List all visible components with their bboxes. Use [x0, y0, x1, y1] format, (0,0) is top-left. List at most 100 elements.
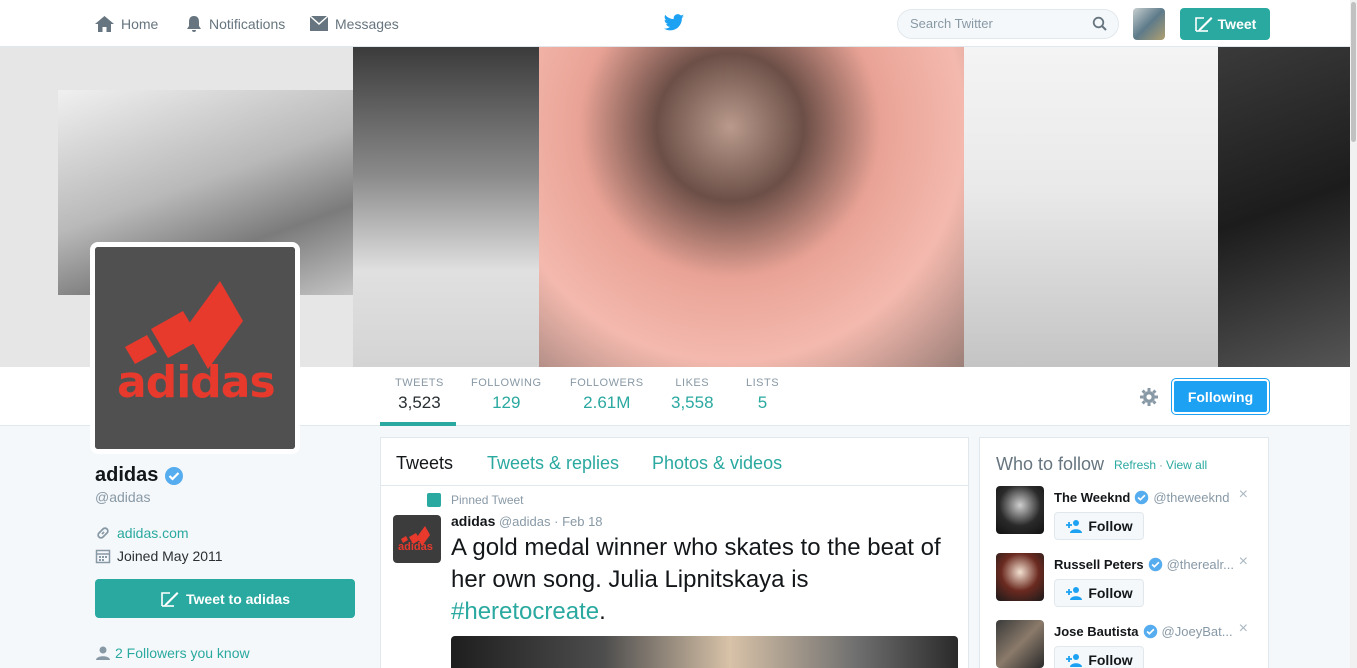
tweet-author-avatar[interactable]: adidas — [393, 515, 441, 563]
profile-avatar[interactable]: adidas — [90, 242, 300, 454]
suggestion-handle: @JoeyBat... — [1161, 624, 1233, 639]
tweet-date[interactable]: · Feb 18 — [554, 514, 602, 529]
tweet-text: A gold medal winner who skates to the be… — [451, 532, 951, 628]
add-user-icon — [1066, 587, 1083, 600]
tweet-header: adidas @adidas · Feb 18 — [451, 513, 603, 529]
nav-notifications-label: Notifications — [209, 15, 286, 32]
stat-value: 3,558 — [671, 393, 714, 412]
pinned-tweet-label: Pinned Tweet — [427, 493, 524, 507]
nav-home[interactable]: Home — [94, 0, 158, 47]
page-scrollbar[interactable] — [1350, 0, 1357, 668]
profile-handle: @adidas — [95, 489, 151, 505]
person-icon — [96, 646, 110, 660]
stat-value: 129 — [492, 393, 521, 412]
view-all-link[interactable]: View all — [1166, 458, 1207, 472]
tweet-text-end: . — [599, 598, 606, 625]
compose-tweet-label: Tweet — [1217, 16, 1257, 32]
stat-lists[interactable]: LISTS 5 — [746, 377, 779, 413]
banner-photo-5 — [1218, 47, 1350, 367]
adidas-logo-icon — [95, 247, 295, 449]
link-separator: · — [1159, 458, 1164, 472]
link-icon — [97, 527, 109, 539]
stat-label: FOLLOWERS — [570, 377, 644, 389]
search-input[interactable]: Search Twitter — [897, 9, 1119, 39]
timeline-tabs: Tweets Tweets & replies Photos & videos — [381, 438, 968, 486]
following-button[interactable]: Following — [1172, 379, 1269, 414]
stat-followers[interactable]: FOLLOWERS 2.61M — [570, 377, 644, 413]
suggestion-item: Jose Bautista @JoeyBat... × Follow — [996, 620, 1258, 668]
suggestion-name: The Weeknd — [1054, 490, 1131, 505]
tab-tweets[interactable]: Tweets — [396, 453, 453, 474]
suggestion-handle: @therealr... — [1166, 557, 1235, 572]
suggestion-item: The Weeknd @theweeknd × Follow — [996, 486, 1258, 546]
home-icon — [95, 15, 114, 32]
tab-tweets-and-replies[interactable]: Tweets & replies — [487, 453, 619, 474]
followers-you-know-link[interactable]: 2 Followers you know — [95, 645, 250, 661]
search-placeholder: Search Twitter — [910, 16, 993, 31]
followers-you-know-label: 2 Followers you know — [115, 645, 250, 661]
stat-value: 2.61M — [583, 393, 631, 412]
dismiss-suggestion-close-icon[interactable]: × — [1239, 620, 1248, 638]
stat-likes[interactable]: LIKES 3,558 — [671, 377, 714, 413]
adidas-logo-icon — [401, 526, 430, 546]
stat-following[interactable]: FOLLOWING 129 — [471, 377, 542, 413]
tab-photos-and-videos[interactable]: Photos & videos — [652, 453, 782, 474]
profile-name-row: adidas — [95, 464, 184, 487]
add-user-icon — [1066, 654, 1083, 667]
tweet-author-handle[interactable]: @adidas — [499, 514, 551, 529]
tweet-author-name[interactable]: adidas — [451, 513, 495, 529]
profile-website-link[interactable]: adidas.com — [117, 525, 189, 541]
profile-joined-date: Joined May 2011 — [117, 548, 223, 564]
dismiss-suggestion-close-icon[interactable]: × — [1239, 553, 1248, 571]
tweet-to-button[interactable]: Tweet to adidas — [95, 579, 355, 618]
dismiss-suggestion-close-icon[interactable]: × — [1239, 486, 1248, 504]
stat-label: LISTS — [746, 377, 780, 389]
follow-label: Follow — [1088, 652, 1133, 668]
tweet-to-label: Tweet to adidas — [186, 590, 290, 607]
follow-label: Follow — [1088, 518, 1133, 534]
suggestion-name-row[interactable]: Jose Bautista @JoeyBat... — [1054, 624, 1233, 639]
suggestion-avatar[interactable] — [996, 620, 1044, 668]
stat-label: LIKES — [675, 377, 710, 389]
search-icon[interactable] — [1092, 16, 1108, 32]
follow-button[interactable]: Follow — [1054, 646, 1144, 668]
profile-joined-row: Joined May 2011 — [95, 548, 223, 564]
twitter-bird-icon[interactable] — [663, 13, 685, 33]
suggestion-name: Jose Bautista — [1054, 624, 1139, 639]
who-to-follow-module: Who to follow Refresh · View all The Weekn… — [979, 437, 1269, 668]
suggestion-name-row[interactable]: The Weeknd @theweeknd — [1054, 490, 1229, 505]
follow-button[interactable]: Follow — [1054, 579, 1144, 607]
tweet-media-image[interactable] — [451, 636, 958, 668]
suggestion-avatar[interactable] — [996, 486, 1044, 534]
nav-home-label: Home — [121, 15, 159, 32]
verified-badge-icon — [1143, 624, 1157, 639]
profile-name: adidas — [95, 464, 159, 486]
gear-icon[interactable] — [1139, 387, 1159, 407]
follow-button[interactable]: Follow — [1054, 512, 1144, 540]
tweet-hashtag-link[interactable]: #heretocreate — [451, 598, 599, 625]
pinned-tweet-text: Pinned Tweet — [451, 493, 524, 507]
stat-value: 3,523 — [398, 393, 441, 412]
banner-photo-4 — [964, 47, 1218, 367]
compose-tweet-button[interactable]: Tweet — [1180, 8, 1270, 40]
compose-icon — [1194, 17, 1213, 32]
suggestion-avatar[interactable] — [996, 553, 1044, 601]
scrollbar-thumb[interactable] — [1351, 2, 1356, 142]
calendar-icon — [95, 549, 111, 564]
top-navigation-bar: Home Notifications Messages Search Twitt… — [0, 0, 1350, 47]
verified-badge-icon — [165, 466, 184, 485]
verified-badge-icon — [1148, 557, 1162, 572]
stat-tweets[interactable]: TWEETS 3,523 — [395, 377, 444, 413]
user-avatar[interactable] — [1133, 8, 1165, 40]
nav-messages-label: Messages — [335, 15, 399, 32]
refresh-link[interactable]: Refresh — [1114, 458, 1156, 472]
suggestion-name: Russell Peters — [1054, 557, 1144, 572]
nav-notifications[interactable]: Notifications — [185, 0, 285, 47]
suggestion-name-row[interactable]: Russell Peters @therealr... — [1054, 557, 1234, 572]
who-to-follow-links: Refresh · View all — [1114, 458, 1207, 472]
nav-messages[interactable]: Messages — [309, 0, 399, 47]
who-to-follow-title: Who to follow — [996, 454, 1105, 474]
suggestion-handle: @theweeknd — [1153, 490, 1230, 505]
verified-badge-icon — [1135, 490, 1149, 505]
suggestion-item: Russell Peters @therealr... × Follow — [996, 553, 1258, 613]
